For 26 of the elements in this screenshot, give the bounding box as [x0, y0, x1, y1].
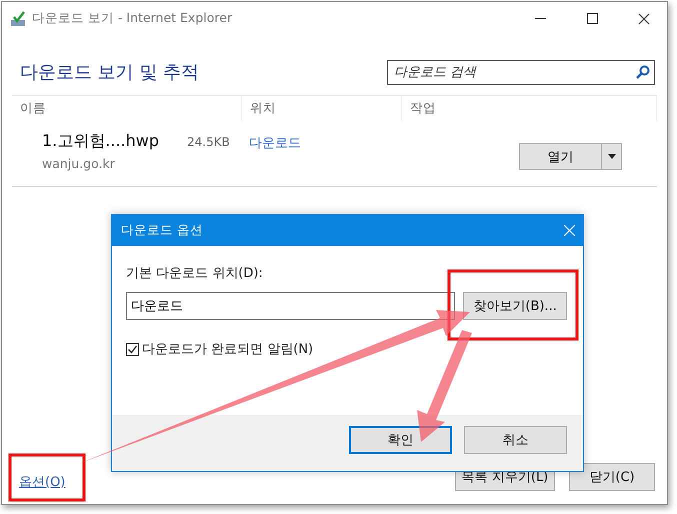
options-link[interactable]: 옵션(O)	[19, 473, 66, 491]
minimize-icon[interactable]	[534, 18, 546, 20]
close-window-button[interactable]: 닫기(C)	[569, 463, 655, 491]
search-field[interactable]: 다운로드 검색	[387, 60, 655, 84]
browse-button[interactable]: 찾아보기(B)...	[463, 292, 567, 320]
location-link[interactable]: 다운로드	[249, 131, 519, 186]
cancel-button[interactable]: 취소	[464, 426, 567, 454]
column-header: 위치	[242, 96, 402, 121]
file-size: 24.5KB	[187, 134, 231, 151]
page-heading: 다운로드 보기 및 추적	[20, 61, 200, 84]
download-icon	[10, 10, 26, 26]
file-name: 1.고위험....hwp	[42, 131, 160, 152]
maximize-icon[interactable]	[586, 13, 598, 24]
column-header: 이름	[12, 96, 242, 121]
ok-button[interactable]: 확인	[349, 426, 452, 454]
close-icon[interactable]	[638, 12, 650, 24]
dialog-title: 다운로드 옵션	[121, 222, 203, 239]
search-icon[interactable]	[636, 64, 650, 78]
checkbox[interactable]	[126, 342, 139, 356]
location-input[interactable]: 다운로드	[126, 292, 456, 320]
column-header: 작업	[402, 96, 657, 121]
caret-icon	[608, 154, 616, 159]
checkbox-label: 다운로드가 완료되면 알림(N)	[142, 341, 314, 358]
file-source: wanju.go.kr	[42, 156, 116, 171]
window-title: 다운로드 보기 - Internet Explorer	[32, 10, 234, 27]
field-label: 기본 다운로드 위치(D):	[126, 265, 264, 282]
